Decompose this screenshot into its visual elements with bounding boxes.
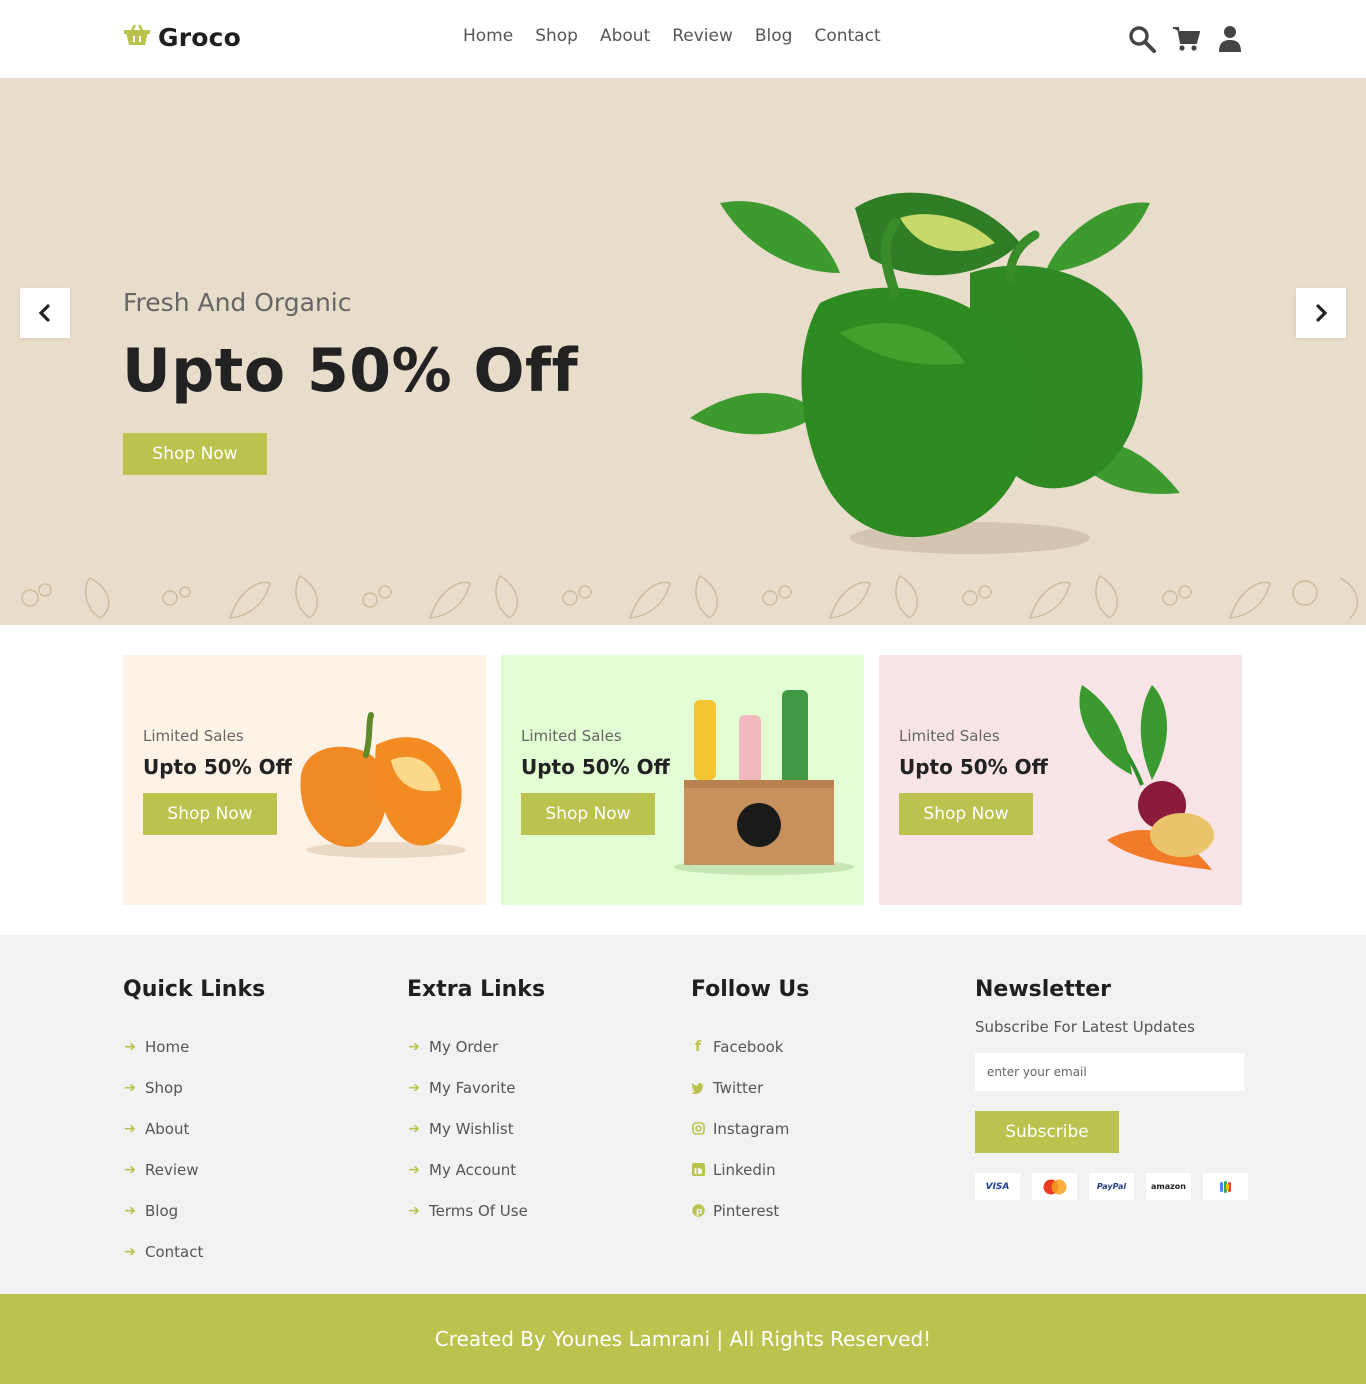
promo-shop-now-button[interactable]: Shop Now bbox=[899, 793, 1033, 835]
footer-link[interactable]: ➔ Terms Of Use bbox=[407, 1190, 545, 1231]
promo-subtitle: Limited Sales bbox=[899, 727, 1000, 745]
promo-subtitle: Limited Sales bbox=[143, 727, 244, 745]
nav-home[interactable]: Home bbox=[463, 26, 513, 46]
site-header: Groco Home Shop About Review Blog Contac… bbox=[0, 0, 1366, 78]
social-link-twitter[interactable]: Twitter bbox=[691, 1067, 809, 1108]
footer-link[interactable]: ➔ About bbox=[123, 1108, 265, 1149]
promo-title: Upto 50% Off bbox=[899, 755, 1048, 779]
footer-link[interactable]: ➔ My Wishlist bbox=[407, 1108, 545, 1149]
extra-links-heading: Extra Links bbox=[407, 977, 546, 1002]
nav-blog[interactable]: Blog bbox=[755, 26, 793, 46]
follow-us-column: Follow Us f Facebook Twitter Instagram Li… bbox=[691, 977, 809, 1231]
promo-card: Limited Sales Upto 50% Off Shop Now bbox=[501, 655, 864, 905]
search-icon[interactable] bbox=[1128, 24, 1156, 54]
footer-link[interactable]: ➔ Home bbox=[123, 1026, 265, 1067]
payment-methods: VISA PayPal amazon bbox=[975, 1173, 1366, 1200]
main-nav: Home Shop About Review Blog Contact bbox=[463, 26, 881, 46]
arrow-right-icon: ➔ bbox=[408, 1161, 420, 1178]
social-link-instagram[interactable]: Instagram bbox=[691, 1108, 809, 1149]
header-icons bbox=[1128, 24, 1244, 54]
footer-link[interactable]: ➔ My Account bbox=[407, 1149, 545, 1190]
hero-shop-now-button[interactable]: Shop Now bbox=[123, 433, 267, 475]
footer-link[interactable]: ➔ Review bbox=[123, 1149, 265, 1190]
juice-bottles-image bbox=[674, 690, 854, 875]
credit-text: Created By Younes Lamrani | All Rights R… bbox=[434, 1327, 932, 1351]
nav-review[interactable]: Review bbox=[672, 26, 733, 46]
newsletter-email-input[interactable] bbox=[975, 1053, 1244, 1091]
pinterest-icon: p bbox=[691, 1204, 705, 1217]
linkedin-icon bbox=[691, 1163, 705, 1176]
arrow-right-icon: ➔ bbox=[408, 1038, 420, 1055]
nav-contact[interactable]: Contact bbox=[814, 26, 880, 46]
footer-link[interactable]: ➔ Contact bbox=[123, 1231, 265, 1272]
arrow-right-icon: ➔ bbox=[124, 1038, 136, 1055]
doodle-pattern bbox=[21, 575, 1359, 619]
google-wallet-icon bbox=[1203, 1173, 1248, 1200]
arrow-right-icon: ➔ bbox=[124, 1243, 136, 1260]
user-icon[interactable] bbox=[1216, 24, 1244, 54]
arrow-right-icon: ➔ bbox=[124, 1202, 136, 1219]
newsletter-column: Newsletter Subscribe For Latest Updates … bbox=[975, 977, 1366, 1200]
promo-title: Upto 50% Off bbox=[521, 755, 670, 779]
site-footer: Quick Links ➔ Home ➔ Shop ➔ About ➔ Review ➔… bbox=[0, 935, 1366, 1294]
arrow-right-icon: ➔ bbox=[408, 1120, 420, 1137]
promo-shop-now-button[interactable]: Shop Now bbox=[143, 793, 277, 835]
logo[interactable]: Groco bbox=[122, 22, 241, 52]
amazon-icon: amazon bbox=[1146, 1173, 1191, 1200]
promo-card: Limited Sales Upto 50% Off Shop Now bbox=[123, 655, 486, 905]
svg-text:p: p bbox=[696, 1207, 703, 1217]
social-link-linkedin[interactable]: Linkedin bbox=[691, 1149, 809, 1190]
arrow-right-icon: ➔ bbox=[124, 1079, 136, 1096]
arrow-right-icon: ➔ bbox=[408, 1202, 420, 1219]
promo-title: Upto 50% Off bbox=[143, 755, 292, 779]
hero-banner: Fresh And Organic Upto 50% Off Shop Now bbox=[0, 78, 1366, 625]
mastercard-icon bbox=[1032, 1173, 1077, 1200]
nav-about[interactable]: About bbox=[600, 26, 650, 46]
newsletter-heading: Newsletter bbox=[975, 977, 1112, 1002]
cart-icon[interactable] bbox=[1172, 24, 1200, 54]
subscribe-button[interactable]: Subscribe bbox=[975, 1111, 1119, 1153]
quick-links-heading: Quick Links bbox=[123, 977, 266, 1002]
promo-shop-now-button[interactable]: Shop Now bbox=[521, 793, 655, 835]
promo-card: Limited Sales Upto 50% Off Shop Now bbox=[879, 655, 1242, 905]
footer-link[interactable]: ➔ My Favorite bbox=[407, 1067, 545, 1108]
promo-subtitle: Limited Sales bbox=[521, 727, 622, 745]
green-pepper-image bbox=[690, 192, 1180, 554]
footer-link[interactable]: ➔ Shop bbox=[123, 1067, 265, 1108]
newsletter-subtitle: Subscribe For Latest Updates bbox=[975, 1018, 1195, 1036]
slider-prev-button[interactable] bbox=[20, 288, 70, 338]
chevron-left-icon bbox=[38, 304, 50, 322]
twitter-icon bbox=[691, 1082, 705, 1094]
slider-next-button[interactable] bbox=[1296, 288, 1346, 338]
extra-links-column: Extra Links ➔ My Order ➔ My Favorite ➔ My W… bbox=[407, 977, 545, 1231]
orange-pepper-image bbox=[300, 712, 466, 858]
follow-us-heading: Follow Us bbox=[691, 977, 810, 1002]
arrow-right-icon: ➔ bbox=[408, 1079, 420, 1096]
footer-link[interactable]: ➔ Blog bbox=[123, 1190, 265, 1231]
basket-icon bbox=[122, 22, 152, 52]
facebook-icon: f bbox=[694, 1038, 702, 1055]
hero-subtitle: Fresh And Organic bbox=[123, 288, 352, 317]
footer-link[interactable]: ➔ My Order bbox=[407, 1026, 545, 1067]
visa-icon: VISA bbox=[975, 1173, 1020, 1200]
social-link-pinterest[interactable]: p Pinterest bbox=[691, 1190, 809, 1231]
logo-text: Groco bbox=[158, 22, 242, 52]
hero-title: Upto 50% Off bbox=[122, 336, 579, 406]
instagram-icon bbox=[691, 1122, 705, 1135]
nav-shop[interactable]: Shop bbox=[535, 26, 578, 46]
social-link-facebook[interactable]: f Facebook bbox=[691, 1026, 809, 1067]
chevron-right-icon bbox=[1316, 304, 1328, 322]
beet-carrot-potato-image bbox=[1079, 685, 1214, 870]
promo-cards: Limited Sales Upto 50% Off Shop Now Limi… bbox=[123, 655, 1243, 905]
paypal-icon: PayPal bbox=[1089, 1173, 1134, 1200]
credit-bar: Created By Younes Lamrani | All Rights R… bbox=[0, 1294, 1366, 1384]
arrow-right-icon: ➔ bbox=[124, 1120, 136, 1137]
arrow-right-icon: ➔ bbox=[124, 1161, 136, 1178]
quick-links-column: Quick Links ➔ Home ➔ Shop ➔ About ➔ Review ➔… bbox=[123, 977, 265, 1272]
